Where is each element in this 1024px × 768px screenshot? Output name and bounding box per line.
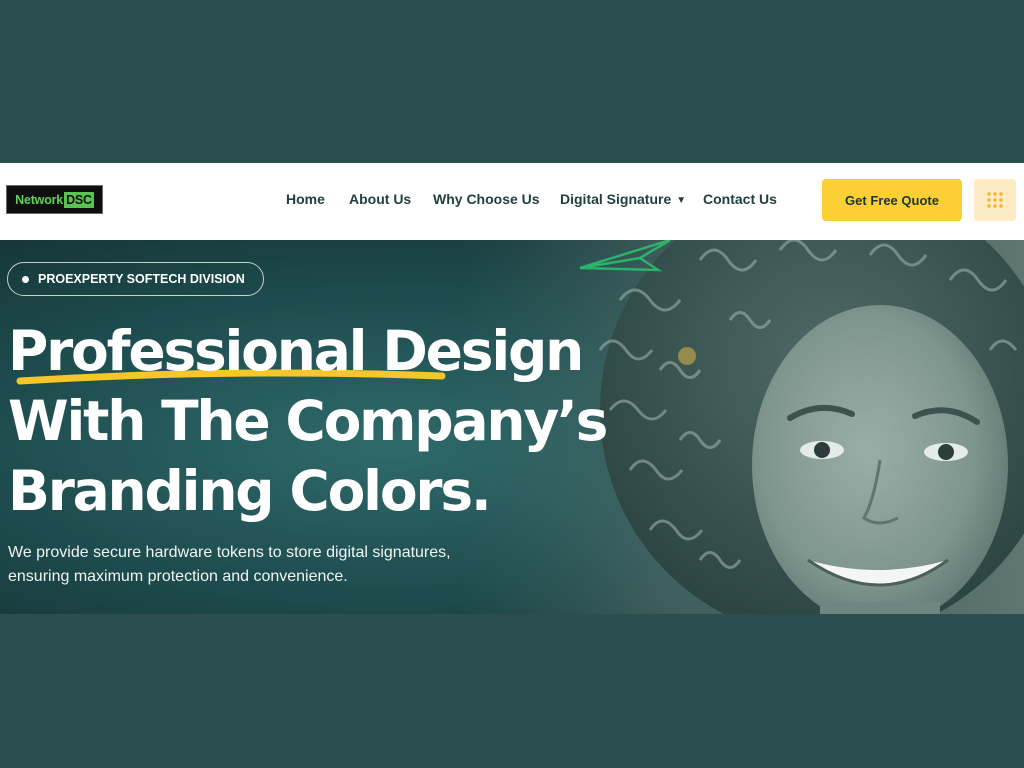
- website-screenshot: Network DSC Home About Us Why Choose Us D…: [0, 163, 1024, 614]
- division-badge: PROEXPERTY SOFTECH DIVISION: [7, 262, 264, 296]
- description-line-1: We provide secure hardware tokens to sto…: [8, 544, 451, 561]
- nav-item-digital-signature-label: Digital Signature: [560, 191, 672, 207]
- headline-line-1: Professional Design: [8, 319, 584, 383]
- networkdsc-logo[interactable]: Network DSC: [6, 185, 103, 214]
- nav-item-home[interactable]: Home: [286, 191, 325, 207]
- logo-text-dsc: DSC: [64, 191, 94, 208]
- decorative-dot: [678, 347, 696, 365]
- badge-dot-icon: [22, 275, 29, 283]
- chevron-down-icon: ▼: [676, 195, 687, 206]
- hero-description: We provide secure hardware tokens to sto…: [8, 541, 528, 589]
- hero-section: PROEXPERTY SOFTECH DIVISION Professional…: [0, 240, 1024, 614]
- badge-label: PROEXPERTY SOFTECH DIVISION: [38, 272, 245, 286]
- site-header: Network DSC Home About Us Why Choose Us D…: [0, 163, 1024, 240]
- nav-item-why-choose-us[interactable]: Why Choose Us: [433, 191, 540, 207]
- description-line-2: ensuring maximum protection and convenie…: [8, 568, 348, 585]
- get-free-quote-button[interactable]: Get Free Quote: [822, 179, 962, 221]
- logo-text-network: Network: [15, 192, 64, 207]
- menu-grid-button[interactable]: [974, 179, 1016, 221]
- nav-item-about-us[interactable]: About Us: [349, 191, 411, 207]
- nav-item-digital-signature[interactable]: Digital Signature ▼: [560, 191, 686, 207]
- headline-line-2: With The Company’s: [8, 389, 608, 453]
- hero-headline: Professional Design With The Company’s B…: [8, 316, 608, 526]
- nav-item-contact-us[interactable]: Contact Us: [703, 191, 777, 207]
- grid-dots-icon: [987, 192, 1003, 208]
- hero-photo: [598, 240, 1024, 614]
- headline-line-3: Branding Colors.: [8, 459, 492, 523]
